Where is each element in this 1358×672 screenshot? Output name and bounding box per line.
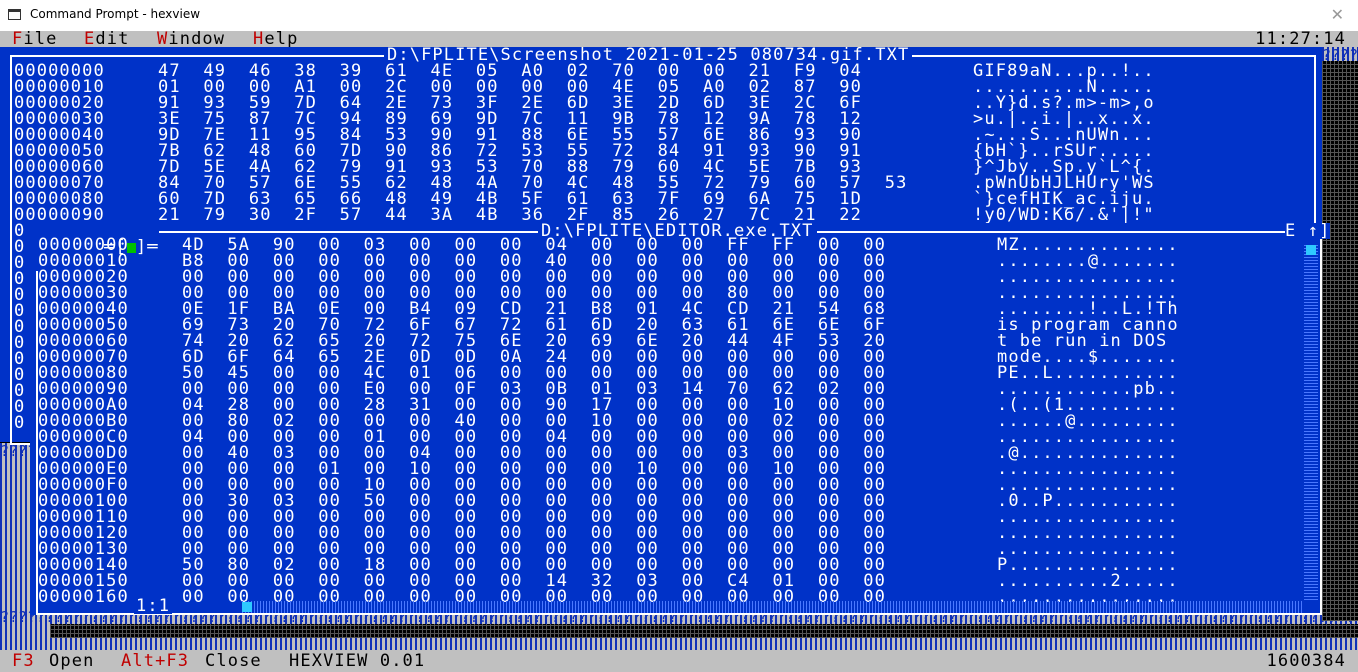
console-app-icon bbox=[8, 9, 21, 20]
altf3-key[interactable]: Alt+F3 bbox=[121, 653, 189, 670]
close-icon[interactable]: ✕ bbox=[1331, 5, 1344, 24]
exe-hex-window[interactable]: ═[]═ D:\FPLITE\EDITOR.exe.TXT E ↑] 00000… bbox=[30, 223, 1331, 616]
cursor-position: 1:1 bbox=[134, 596, 173, 616]
menu-window[interactable]: Window bbox=[157, 31, 225, 48]
scroll-up-arrow-icon[interactable] bbox=[1306, 245, 1316, 255]
clock: 11:27:14 bbox=[1255, 31, 1346, 49]
f3-key[interactable]: F3 bbox=[12, 653, 35, 670]
console-area: File Edit Window Help 11:27:14 ?????????… bbox=[0, 31, 1358, 672]
gif-row-ascii: !y0/WD:K6/.&'|!" bbox=[973, 205, 1155, 225]
f3-label[interactable]: Open bbox=[49, 653, 94, 670]
gif-left-column: 0000000000000 bbox=[14, 221, 26, 433]
window-titlebar: Command Prompt - hexview ✕ bbox=[0, 0, 1358, 31]
window-shadow bbox=[50, 624, 1358, 638]
menu-help[interactable]: Help bbox=[253, 31, 298, 48]
status-bar: F3 Open Alt+F3 Close HEXVIEW 0.01 160038… bbox=[0, 650, 1358, 672]
menu-edit[interactable]: Edit bbox=[84, 31, 129, 48]
gif-row-offset: 00000090 bbox=[14, 205, 105, 225]
menu-file[interactable]: File bbox=[12, 31, 57, 48]
altf3-label[interactable]: Close bbox=[205, 653, 262, 670]
window-shadow-right bbox=[1322, 61, 1358, 621]
exe-row-offset: 00000160 bbox=[38, 587, 129, 607]
exe-vertical-scrollbar[interactable] bbox=[1304, 245, 1318, 600]
scroll-left-arrow-icon[interactable] bbox=[242, 602, 252, 612]
window-title: Command Prompt - hexview bbox=[30, 7, 201, 21]
exe-horizontal-scrollbar[interactable] bbox=[242, 601, 1304, 613]
exe-window-zoom-marks[interactable]: E ↑] bbox=[1285, 223, 1331, 240]
status-value: 1600384 bbox=[1266, 651, 1346, 671]
app-version: HEXVIEW 0.01 bbox=[289, 651, 426, 671]
